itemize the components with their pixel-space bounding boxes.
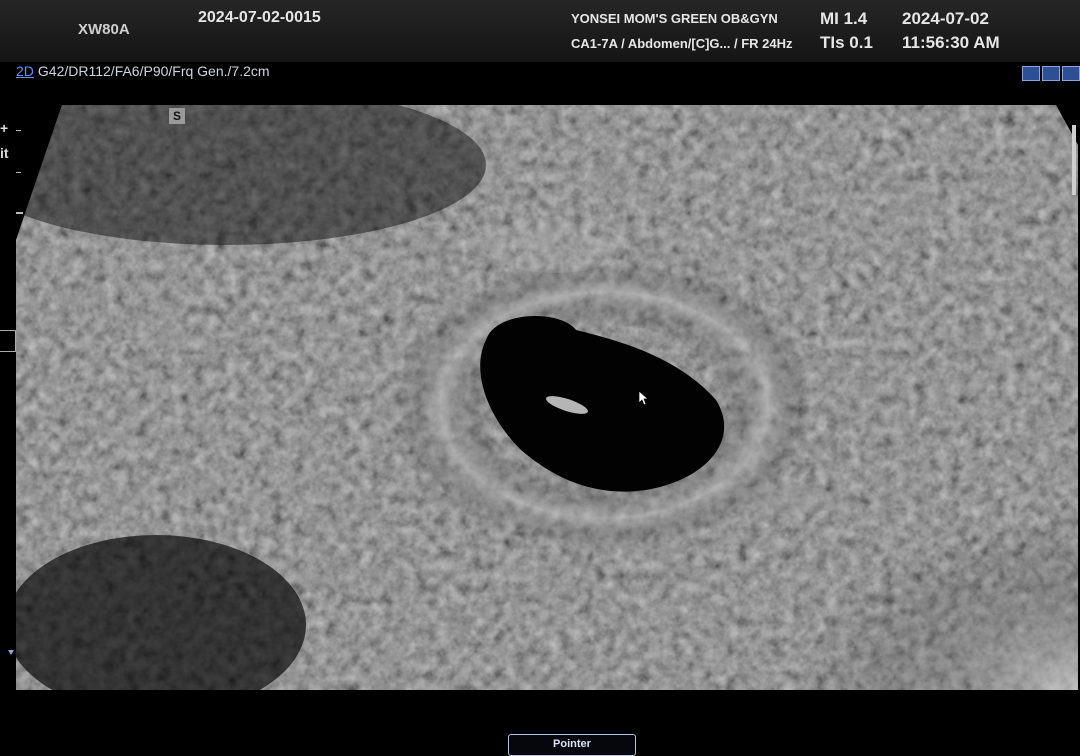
top-right-toolbar xyxy=(1022,66,1080,81)
thermal-index: TIs 0.1 xyxy=(820,33,873,52)
side-plus-mark: + xyxy=(0,120,9,136)
patient-id: 2024-07-02-0015 xyxy=(198,9,321,26)
ultrasound-image[interactable] xyxy=(16,105,1078,690)
device-model: XW80A xyxy=(78,21,130,38)
status-header: XW80A 2024-07-02-0015 YONSEI MOM'S GREEN… xyxy=(0,0,1080,62)
mechanical-index: MI 1.4 xyxy=(820,9,868,28)
orientation-badge: S xyxy=(169,108,185,124)
chevron-down-icon xyxy=(8,650,14,655)
side-box xyxy=(0,330,16,352)
imaging-parameters: 2D G42/DR112/FA6/P90/Frq Gen./7.2cm xyxy=(16,63,270,79)
exam-date: 2024-07-02 xyxy=(902,9,989,28)
hospital-name: YONSEI MOM'S GREEN OB&GYN xyxy=(571,11,778,26)
report-icon[interactable] xyxy=(1062,66,1080,81)
imaging-settings: G42/DR112/FA6/P90/Frq Gen./7.2cm xyxy=(37,63,270,79)
exam-time: 11:56:30 AM xyxy=(902,33,1000,52)
scrollbar[interactable] xyxy=(1072,125,1076,195)
mode-2d-link[interactable]: 2D xyxy=(16,63,34,79)
tools-icon[interactable] xyxy=(1042,66,1060,81)
side-it-mark: it xyxy=(0,145,9,161)
mouse-pointer-icon xyxy=(639,391,649,406)
fetal-icon[interactable] xyxy=(1022,66,1040,81)
probe-info: CA1-7A / Abdomen/[C]G... / FR 24Hz xyxy=(571,36,793,51)
pointer-button[interactable]: Pointer xyxy=(508,734,636,756)
